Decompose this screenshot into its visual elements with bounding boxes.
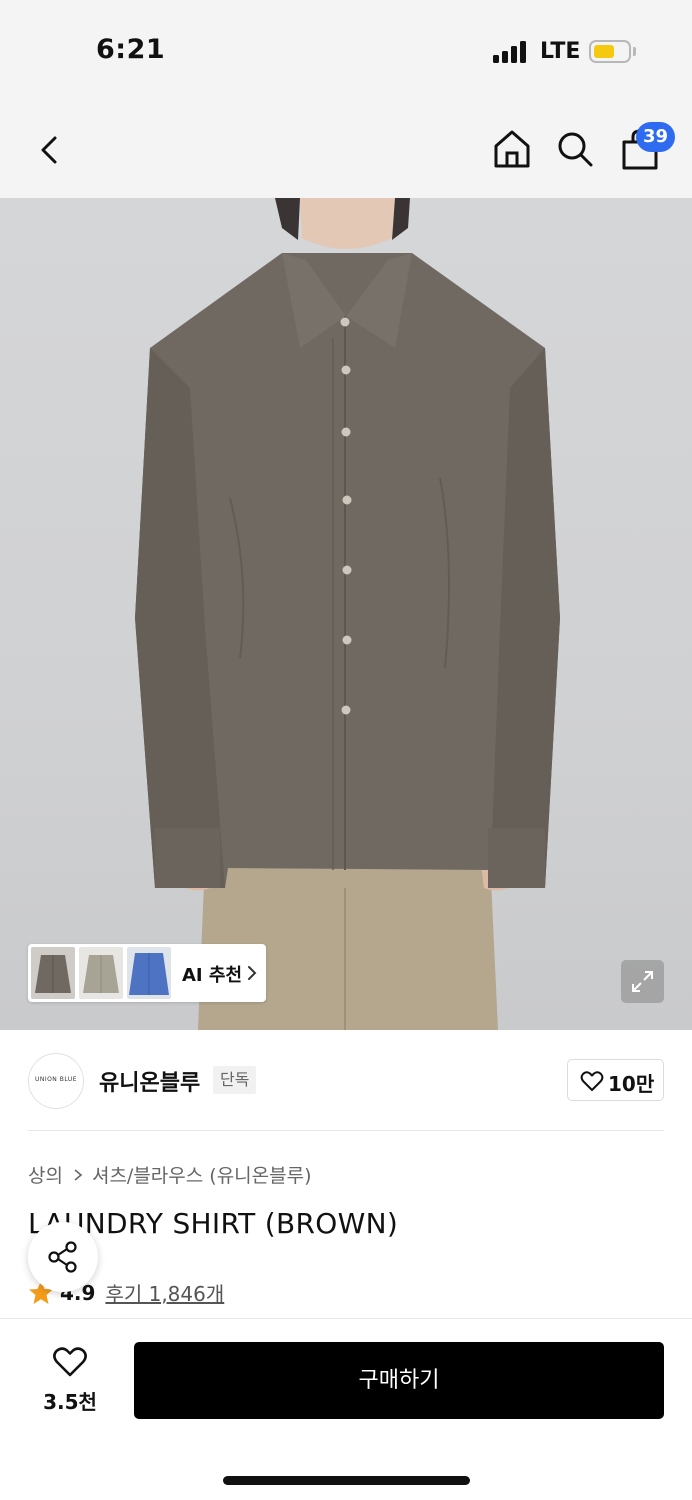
expand-image-button[interactable] [621,960,664,1003]
wishlist-count: 3.5천 [43,1390,97,1414]
brand-like-button[interactable]: 10만 [567,1059,664,1101]
expand-icon [632,971,653,992]
network-label: LTE [540,39,581,64]
review-count-link[interactable]: 후기 1,846개 [105,1278,224,1307]
share-icon [48,1241,77,1273]
nav-bar [0,100,692,198]
cart-count-badge: 39 [636,122,676,152]
bottom-bar-divider [0,1318,692,1319]
status-bar: 6:21 LTE [0,0,692,100]
home-icon[interactable] [491,128,533,170]
ai-recommend-panel[interactable]: AI 추천 [28,944,266,1002]
status-time: 6:21 [96,34,166,65]
heart-icon [580,1071,604,1091]
battery-icon [589,40,631,63]
divider [28,1130,664,1131]
brand-logo[interactable]: UNION BLUE [28,1053,84,1109]
home-indicator [223,1476,470,1485]
brand-name[interactable]: 유니온블루 [99,1065,200,1097]
product-image[interactable] [0,198,692,1030]
ai-thumbnail-blue-shirt[interactable] [127,947,171,999]
chevron-right-icon [74,1168,83,1181]
model-wearing-shirt-illustration [135,198,560,1030]
heart-icon [53,1347,87,1377]
breadcrumb-category[interactable]: 상의 [28,1161,63,1188]
brand-logo-text: UNION BLUE [34,1076,78,1083]
chevron-right-icon [248,966,257,980]
breadcrumb-subcategory[interactable]: 셔츠/블라우스 (유니온블루) [92,1161,312,1188]
brand-like-count: 10만 [608,1072,655,1096]
ai-recommend-label: AI 추천 [182,965,243,986]
signal-icon [493,41,529,63]
ai-thumbnail-brown-shirt[interactable] [31,947,75,999]
search-icon[interactable] [555,129,595,169]
wishlist-button[interactable]: 3.5천 [30,1340,110,1420]
exclusive-badge: 단독 [213,1066,257,1094]
back-icon[interactable] [30,130,70,170]
ai-thumbnail-beige-shirt[interactable] [79,947,123,999]
breadcrumb: 상의 셔츠/블라우스 (유니온블루) [28,1161,312,1188]
battery-tip [633,47,636,56]
buy-button[interactable]: 구매하기 [134,1342,664,1419]
share-button[interactable] [28,1222,98,1292]
